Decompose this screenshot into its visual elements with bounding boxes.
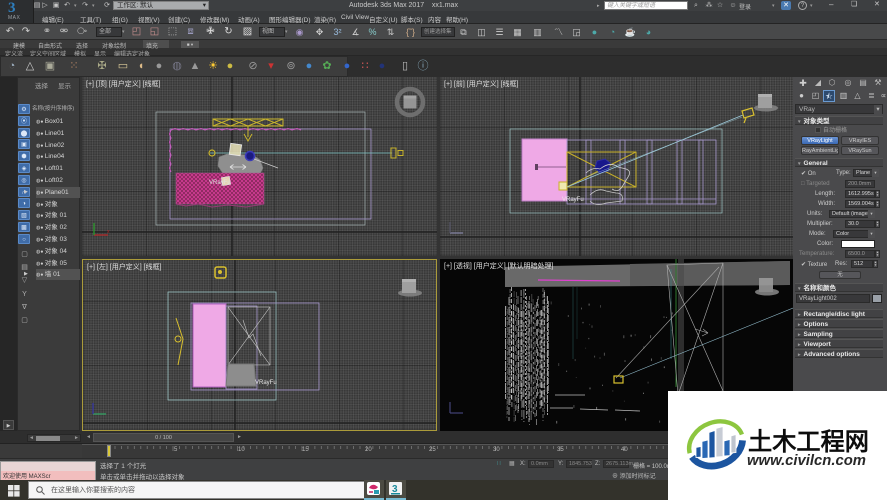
svg-text:www.civilcn.com: www.civilcn.com (747, 452, 866, 469)
svg-text:VRayFu: VRayFu (562, 197, 584, 203)
svg-text:VRayFu: VRayFu (255, 380, 277, 386)
svg-text:VRayFu: VRayFu (209, 180, 231, 186)
